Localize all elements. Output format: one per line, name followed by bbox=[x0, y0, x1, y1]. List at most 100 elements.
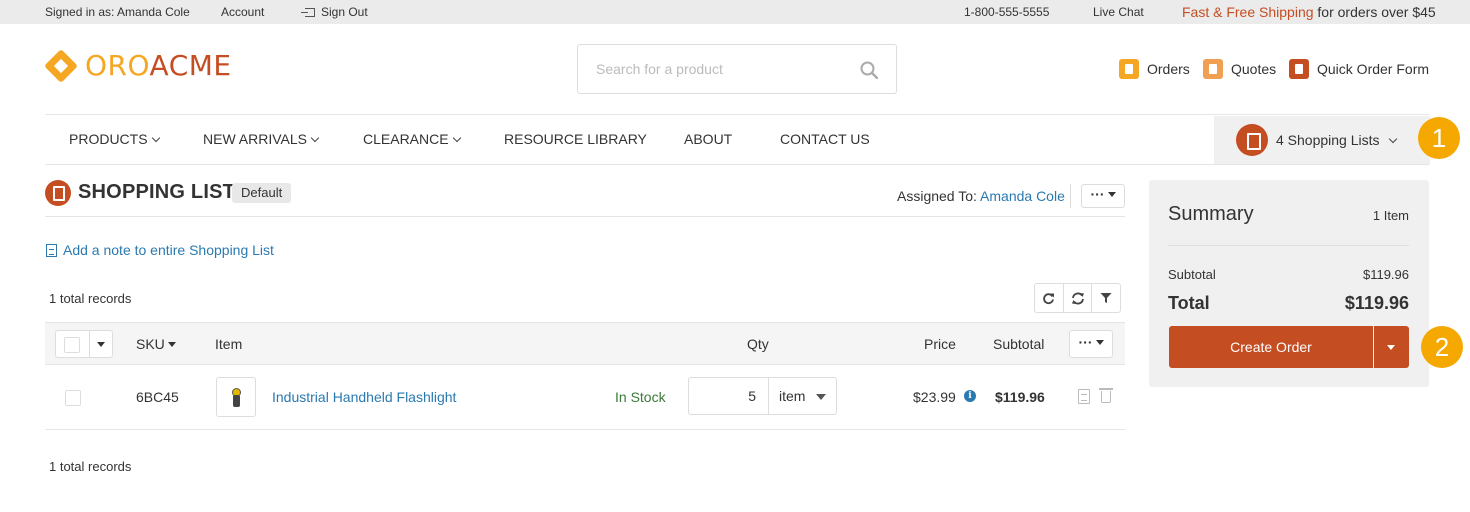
quick-order-link[interactable]: Quick Order Form bbox=[1289, 59, 1429, 79]
quantity-input[interactable] bbox=[688, 377, 768, 415]
divider bbox=[1070, 184, 1071, 208]
sign-out-link[interactable]: Sign Out bbox=[301, 5, 368, 19]
column-qty: Qty bbox=[747, 336, 769, 352]
add-note-label: Add a note to entire Shopping List bbox=[63, 242, 274, 258]
shipping-link[interactable]: Fast & Free Shipping bbox=[1182, 4, 1314, 20]
mass-select-dropdown[interactable] bbox=[55, 330, 113, 358]
caret-down-icon bbox=[1095, 340, 1104, 345]
page-title: SHOPPING LIST bbox=[78, 181, 236, 203]
note-icon bbox=[46, 244, 57, 257]
total-value: $119.96 bbox=[1344, 293, 1409, 313]
select-all-checkbox[interactable] bbox=[64, 337, 80, 353]
nav-clearance[interactable]: CLEARANCE bbox=[363, 131, 461, 147]
phone-number: 1-800-555-5555 bbox=[964, 5, 1050, 19]
live-chat-link[interactable]: Live Chat bbox=[1093, 5, 1144, 19]
unit-select[interactable]: item bbox=[768, 377, 837, 415]
chevron-down-icon bbox=[151, 133, 160, 143]
row-sku: 6BC45 bbox=[136, 389, 179, 405]
sort-caret-icon bbox=[167, 342, 176, 347]
quotes-link[interactable]: Quotes bbox=[1203, 59, 1276, 79]
nav-products[interactable]: PRODUCTS bbox=[69, 131, 160, 147]
logo[interactable]: OROACME bbox=[44, 49, 232, 83]
refresh-button[interactable] bbox=[1035, 284, 1064, 312]
row-price: $23.99 bbox=[913, 389, 956, 405]
nav-new-arrivals[interactable]: NEW ARRIVALS bbox=[203, 131, 320, 147]
divider bbox=[45, 216, 1125, 217]
filter-icon bbox=[1100, 293, 1112, 303]
nav-products-label: PRODUCTS bbox=[69, 131, 148, 147]
create-order-dropdown-button[interactable] bbox=[1374, 326, 1409, 368]
nav-new-arrivals-label: NEW ARRIVALS bbox=[203, 131, 307, 147]
reset-button[interactable] bbox=[1064, 284, 1093, 312]
row-subtotal: $119.96 bbox=[995, 389, 1045, 405]
records-count-bottom: 1 total records bbox=[49, 459, 132, 474]
column-sku-label: SKU bbox=[136, 336, 165, 352]
add-note-link[interactable]: Add a note to entire Shopping List bbox=[46, 242, 274, 258]
caret-down-icon bbox=[816, 394, 826, 400]
caret-down-icon bbox=[97, 342, 105, 347]
shopping-lists-label[interactable]: 4 Shopping Lists bbox=[1276, 132, 1397, 148]
product-name-link[interactable]: Industrial Handheld Flashlight bbox=[272, 389, 456, 405]
total-label: Total bbox=[1168, 293, 1210, 313]
summary-item-count: 1 Item bbox=[1372, 208, 1409, 223]
add-line-note-icon[interactable] bbox=[1078, 389, 1090, 404]
orders-label: Orders bbox=[1147, 61, 1190, 77]
unit-select-value: item bbox=[779, 388, 806, 404]
column-price: Price bbox=[924, 336, 956, 352]
nav-contact-us[interactable]: CONTACT US bbox=[780, 131, 870, 147]
search-icon[interactable] bbox=[860, 61, 878, 79]
nav-resource-library[interactable]: RESOURCE LIBRARY bbox=[504, 131, 647, 147]
refresh-icon bbox=[1043, 292, 1055, 304]
shopping-list-actions-button[interactable]: ··· bbox=[1081, 184, 1125, 208]
shopping-list-title-icon bbox=[45, 180, 71, 206]
delete-icon[interactable] bbox=[1099, 388, 1113, 403]
search-input[interactable] bbox=[578, 45, 828, 93]
assigned-to: Assigned To: Amanda Cole bbox=[897, 188, 1065, 204]
filter-button[interactable] bbox=[1092, 284, 1120, 312]
subtotal-value: $119.96 bbox=[1362, 267, 1409, 282]
order-summary: Summary 1 Item Subtotal $119.96 Total $1… bbox=[1149, 180, 1429, 387]
logo-text: OROACME bbox=[85, 52, 232, 80]
shipping-promo: Fast & Free Shipping for orders over $45 bbox=[1182, 4, 1436, 20]
records-count-top: 1 total records bbox=[49, 291, 132, 306]
logo-text-acme: ACME bbox=[149, 49, 232, 82]
grid-toolbar bbox=[1034, 283, 1121, 313]
column-sku[interactable]: SKU bbox=[136, 336, 176, 352]
quick-order-label: Quick Order Form bbox=[1317, 61, 1430, 77]
table-row: 6BC45 Industrial Handheld Flashlight In … bbox=[45, 365, 1125, 430]
stock-status: In Stock bbox=[615, 389, 666, 405]
nav-about[interactable]: ABOUT bbox=[684, 131, 732, 147]
nav-clearance-label: CLEARANCE bbox=[363, 131, 449, 147]
quick-order-icon bbox=[1289, 59, 1309, 79]
logo-text-oro: ORO bbox=[85, 49, 150, 82]
chevron-down-icon bbox=[310, 133, 320, 143]
assigned-user-link[interactable]: Amanda Cole bbox=[980, 188, 1065, 204]
product-thumbnail[interactable] bbox=[216, 377, 256, 417]
more-dots-icon: ··· bbox=[1090, 186, 1105, 202]
quotes-label: Quotes bbox=[1231, 61, 1277, 77]
shopping-list-icon bbox=[1236, 124, 1268, 156]
sign-out-label: Sign Out bbox=[321, 5, 368, 19]
signed-in-text: Signed in as: Amanda Cole bbox=[45, 5, 190, 19]
callout-badge-1: 1 bbox=[1418, 117, 1460, 159]
orders-link[interactable]: Orders bbox=[1119, 59, 1190, 79]
top-bar: Signed in as: Amanda Cole Account Sign O… bbox=[0, 0, 1470, 24]
default-badge: Default bbox=[232, 183, 292, 203]
create-order-button[interactable]: Create Order bbox=[1169, 326, 1373, 368]
row-checkbox[interactable] bbox=[65, 390, 81, 406]
quotes-icon bbox=[1203, 59, 1223, 79]
reset-icon bbox=[1071, 292, 1084, 304]
divider bbox=[1168, 245, 1409, 246]
logo-mark-icon bbox=[44, 49, 78, 83]
column-actions-button[interactable]: ··· bbox=[1069, 330, 1113, 358]
subtotal-label: Subtotal bbox=[1168, 267, 1216, 282]
account-link[interactable]: Account bbox=[221, 5, 264, 19]
caret-down-icon bbox=[1387, 345, 1395, 350]
info-icon[interactable]: i bbox=[964, 390, 976, 402]
assigned-to-label: Assigned To: bbox=[897, 188, 977, 204]
orders-icon bbox=[1119, 59, 1139, 79]
chevron-down-icon bbox=[452, 133, 461, 143]
summary-title: Summary bbox=[1168, 203, 1254, 225]
search-box bbox=[577, 44, 897, 94]
sign-out-icon bbox=[301, 8, 315, 17]
